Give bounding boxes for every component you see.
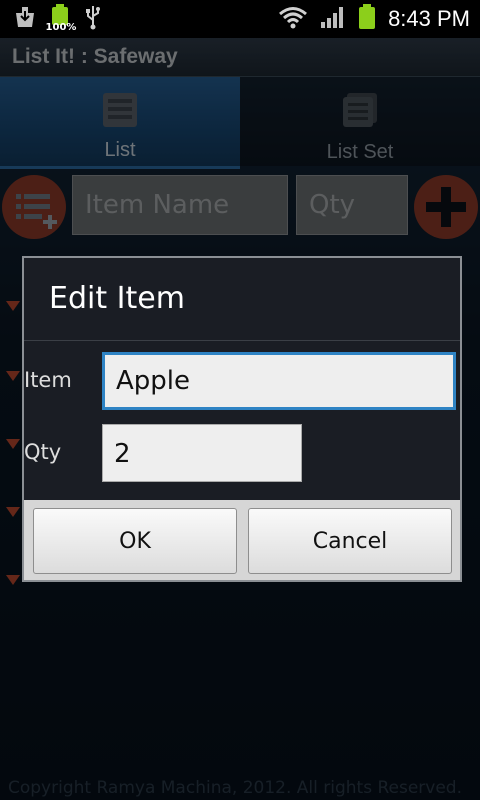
- usb-icon: [84, 4, 102, 34]
- edit-item-input[interactable]: Apple: [102, 352, 456, 410]
- battery-full-icon: 100%: [46, 4, 76, 34]
- clock: 8:43 PM: [388, 6, 470, 31]
- edit-item-dialog: Edit Item Item Apple Qty 2 OK Cancel: [22, 256, 462, 582]
- status-bar: 100% 8:43 PM: [0, 0, 480, 38]
- dialog-button-bar: OK Cancel: [24, 500, 460, 580]
- dialog-title: Edit Item: [24, 258, 460, 341]
- battery-percent: 100%: [45, 22, 77, 33]
- qty-label: Qty: [24, 440, 62, 464]
- download-icon: [14, 5, 36, 33]
- edit-qty-input[interactable]: 2: [102, 424, 302, 482]
- signal-icon: [320, 5, 346, 33]
- ok-button[interactable]: OK: [33, 508, 237, 574]
- wifi-icon: [278, 5, 308, 33]
- item-label: Item: [24, 368, 72, 392]
- battery-charging-icon: [358, 4, 376, 34]
- cancel-button[interactable]: Cancel: [248, 508, 452, 574]
